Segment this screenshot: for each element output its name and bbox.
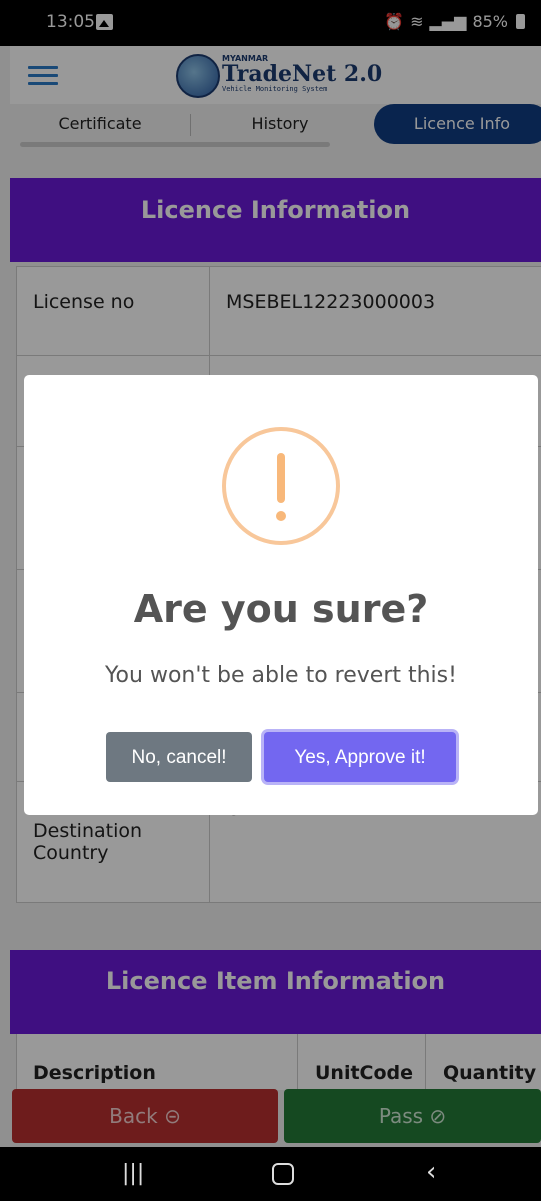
back-nav-icon[interactable]: ‹ — [426, 1157, 436, 1187]
home-icon[interactable] — [272, 1163, 294, 1185]
dialog-title: Are you sure? — [133, 587, 429, 631]
warning-icon — [222, 427, 340, 545]
approve-button[interactable]: Yes, Approve it! — [264, 732, 456, 782]
confirm-dialog: Are you sure? You won't be able to rever… — [24, 375, 538, 815]
recent-apps-icon[interactable]: ||| — [122, 1161, 144, 1186]
dialog-text: You won't be able to revert this! — [105, 663, 457, 688]
system-nav-bar: ||| ‹ — [0, 1147, 541, 1201]
cancel-button[interactable]: No, cancel! — [106, 732, 252, 782]
